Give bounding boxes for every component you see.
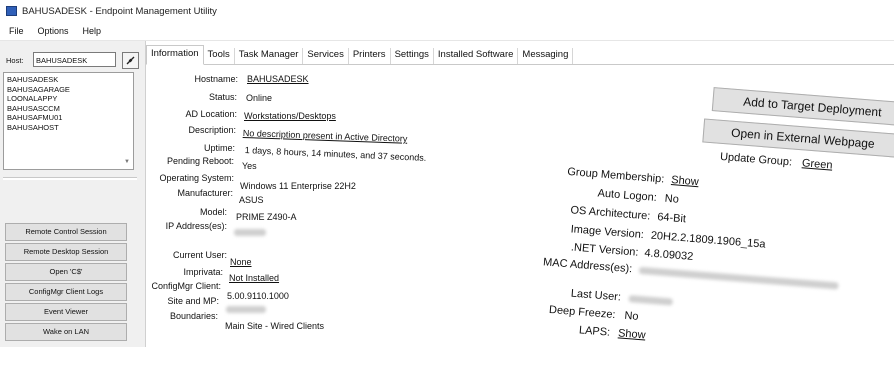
host-label: Host: [6,56,24,65]
host-list[interactable]: BAHUSADESK BAHUSAGARAGE LOONALAPPY BAHUS… [3,72,134,170]
dotnet-version-value: 4.8.09032 [643,247,694,264]
menu-options[interactable]: Options [30,26,75,36]
pending-reboot-value: Yes [242,161,257,171]
host-list-item[interactable]: BAHUSAGARAGE [4,85,133,95]
ip-label: IP Address(es): [165,221,227,231]
tab-settings[interactable]: Settings [390,48,434,64]
auto-logon-value: No [664,192,680,206]
plug-icon [126,56,135,65]
host-input[interactable]: BAHUSADESK [33,52,116,67]
host-list-item[interactable]: BAHUSAFMU01 [4,113,133,123]
host-list-item[interactable]: BAHUSADESK [4,75,133,85]
status-label: Status: [208,92,237,102]
configmgr-value: 5.00.9110.1000 [227,291,289,301]
configmgr-logs-button[interactable]: ConfigMgr Client Logs [5,283,127,301]
laps-label: LAPS: [578,324,611,339]
last-user-value [628,292,673,307]
model-label: Model: [199,207,227,217]
os-architecture-value: 64-Bit [656,211,687,226]
status-value: Online [246,93,273,103]
tab-task-manager[interactable]: Task Manager [234,48,304,64]
os-label: Operating System: [159,173,234,183]
site-mp-label: Site and MP: [167,296,219,306]
deep-freeze-value: No [623,309,639,323]
laps-value[interactable]: Show [618,327,646,341]
manufacturer-value: ASUS [239,195,264,205]
host-list-item[interactable]: LOONALAPPY [4,94,133,104]
deep-freeze-label: Deep Freeze: [548,303,616,322]
mac-address-value [638,264,839,292]
description-value[interactable]: No description present in Active Directo… [243,128,408,144]
description-label: Description: [188,125,236,135]
ip-redacted [234,229,266,237]
menu-file[interactable]: File [0,26,30,36]
last-user-redacted [628,294,673,306]
dotnet-version-label: .NET Version: [570,241,639,259]
imprivata-label: Imprivata: [183,267,223,277]
ip-value [234,227,266,237]
window-title: BAHUSADESK - Endpoint Management Utility [22,5,217,17]
tab-installed-software[interactable]: Installed Software [433,48,519,64]
right-column: Add to Target Deployment Open in Externa… [523,0,894,373]
tab-printers[interactable]: Printers [348,48,391,64]
mac-address-redacted [638,266,839,290]
tab-tools[interactable]: Tools [203,48,235,64]
update-group-value[interactable]: Green [801,157,832,171]
uptime-label: Uptime: [203,143,235,153]
remote-control-button[interactable]: Remote Control Session [5,223,127,241]
image-version-value: 20H2.2.1809.1906_15a [650,229,766,251]
site-mp-value [226,304,266,314]
remote-desktop-button[interactable]: Remote Desktop Session [5,243,127,261]
hostname-label: Hostname: [194,74,238,84]
ad-location-value[interactable]: Workstations/Desktops [244,111,336,121]
group-membership-value[interactable]: Show [671,174,699,188]
open-c-share-button[interactable]: Open 'C$' [5,263,127,281]
pending-reboot-label: Pending Reboot: [166,156,234,166]
last-user-label: Last User: [570,287,622,304]
host-list-item[interactable]: BAHUSASCCM [4,104,133,114]
ad-location-label: AD Location: [185,109,237,119]
left-panel: Host: BAHUSADESK BAHUSADESK BAHUSAGARAGE… [0,41,146,347]
current-user-value[interactable]: None [230,257,252,267]
boundaries-value: Main Site - Wired Clients [225,321,325,331]
event-viewer-button[interactable]: Event Viewer [5,303,127,321]
scroll-down-icon[interactable]: ▼ [124,159,130,165]
host-list-item[interactable]: BAHUSAHOST [4,123,133,133]
tab-information[interactable]: Information [146,45,204,65]
tab-services[interactable]: Services [303,48,349,64]
configmgr-label: ConfigMgr Client: [151,281,221,291]
group-membership-label: Group Membership: [566,165,665,186]
site-mp-redacted [226,306,266,314]
hostname-value[interactable]: BAHUSADESK [247,74,309,84]
manufacturer-label: Manufacturer: [177,188,233,198]
wake-on-lan-button[interactable]: Wake on LAN [5,323,127,341]
app-icon [6,6,17,16]
current-user-label: Current User: [172,250,227,260]
os-value: Windows 11 Enterprise 22H2 [240,181,356,191]
image-version-label: Image Version: [570,223,645,242]
imprivata-value[interactable]: Not Installed [229,273,279,283]
boundaries-label: Boundaries: [169,311,218,321]
model-value: PRIME Z490-A [236,212,297,222]
uptime-value: 1 days, 8 hours, 14 minutes, and 37 seco… [244,145,427,163]
update-group-label: Update Group: [719,150,793,169]
mac-address-label: MAC Address(es): [542,256,633,276]
connect-button[interactable] [122,52,139,69]
panel-divider [3,177,137,180]
os-architecture-label: OS Architecture: [570,204,651,223]
menu-help[interactable]: Help [75,26,108,36]
auto-logon-label: Auto Logon: [597,187,658,204]
